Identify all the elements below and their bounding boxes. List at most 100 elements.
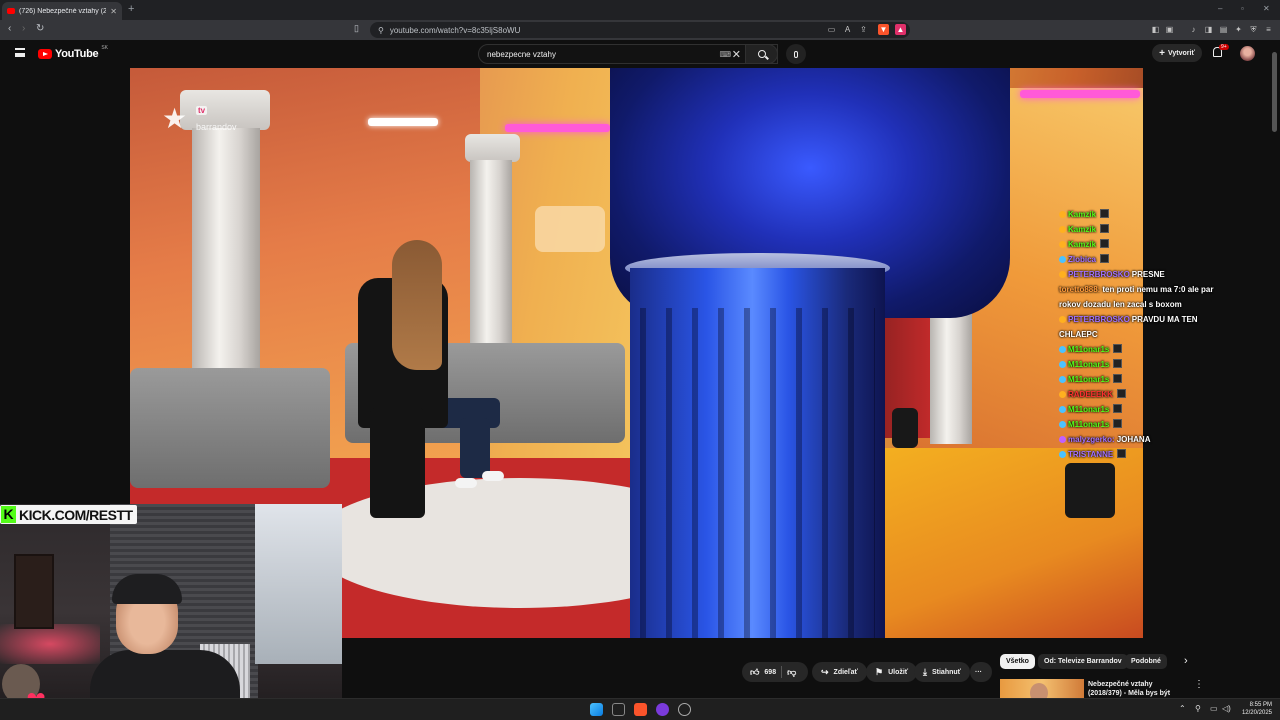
share-button[interactable]: ↪ Zdieľať [812, 662, 867, 682]
reload-icon[interactable]: ↻ [36, 23, 44, 34]
chat-username: Kamzik [1068, 225, 1097, 234]
like-dislike-group: 👍︎ 698 👎︎ [742, 662, 808, 682]
stage-moving-head-light [1065, 463, 1115, 518]
chat-badge-icon [1059, 376, 1066, 383]
chip-all[interactable]: Všetko [1000, 654, 1035, 669]
led-light-pink [505, 124, 610, 132]
chat-message: PETERBROSKO PRAVDU MA TEN CHLAEPC [1059, 312, 1229, 342]
brave-app-icon[interactable] [634, 703, 647, 716]
chat-badge-icon [1059, 256, 1066, 263]
country-code: SK [101, 45, 108, 51]
rewards-icon[interactable]: ▲ [895, 24, 906, 35]
wall-art [14, 554, 54, 629]
keyboard-icon[interactable]: ⌨ [719, 50, 731, 59]
scrollbar-thumb[interactable] [1272, 52, 1277, 132]
recommendation-thumbnail[interactable] [1000, 679, 1084, 699]
obs-app-icon[interactable] [612, 703, 625, 716]
chat-emote-icon [1116, 389, 1126, 398]
close-window-button[interactable]: ✕ [1263, 4, 1270, 13]
maximize-button[interactable]: ▫ [1241, 4, 1244, 13]
tray-network-icon[interactable]: ▭ [1210, 704, 1218, 713]
wallet-icon[interactable]: ▤ [1218, 24, 1229, 35]
recommendation-menu-icon[interactable]: ⋮ [1194, 679, 1204, 690]
youtube-logo[interactable]: YouTube SK [38, 45, 108, 60]
like-icon[interactable]: 👍︎ [750, 667, 759, 678]
like-count[interactable]: 698 [764, 669, 776, 676]
chips-next-icon[interactable]: › [1184, 655, 1188, 667]
page-scrollbar[interactable] [1272, 44, 1277, 694]
chip-from-channel[interactable]: Od: Televize Barrandov [1038, 654, 1128, 669]
chat-text: JOHANA [1116, 435, 1151, 444]
streamer-hood [112, 574, 182, 604]
menu-icon[interactable]: ≡ [1263, 24, 1274, 35]
more-actions-button[interactable]: ··· [970, 662, 992, 682]
barrandov-star-logo-icon: ★ [162, 103, 188, 134]
chat-username: toretto888: [1059, 285, 1101, 294]
cast-icon[interactable]: ▭ [826, 24, 837, 35]
chat-badge-icon [1059, 391, 1066, 398]
settings-app-icon[interactable] [678, 703, 691, 716]
share-icon[interactable]: ⇪ [858, 24, 869, 35]
tray-mic-icon[interactable]: ⚲ [1195, 704, 1201, 713]
media-icon[interactable]: ♪ [1188, 24, 1199, 35]
seated-person-leg [460, 418, 490, 478]
leo-ai-icon[interactable]: ✦ [1233, 24, 1244, 35]
browser-tab[interactable]: (726) Nebezpečné vztahy (20 ✕ [2, 2, 122, 20]
search-icon [757, 50, 766, 58]
translate-icon[interactable]: A [842, 24, 853, 35]
chat-badge-icon [1059, 226, 1066, 233]
twitch-app-icon[interactable] [656, 703, 669, 716]
chat-username: M11onar1s [1068, 345, 1110, 354]
account-avatar[interactable] [1240, 46, 1255, 61]
extensions-icon[interactable]: ◧ [1150, 24, 1161, 35]
tray-chevron-icon[interactable]: ⌃ [1179, 704, 1186, 713]
new-tab-button[interactable]: + [128, 3, 134, 15]
tray-volume-icon[interactable]: ◁) [1222, 704, 1231, 713]
chat-username: M11onar1s [1068, 405, 1110, 414]
chat-overlay: Kamzik Kamzik Kamzik Zlobica PETERBROSKO PRES… [1059, 207, 1229, 462]
chip-related[interactable]: Podobné [1125, 654, 1167, 669]
recommendation-title[interactable]: Nebezpečné vztahy (2018/379) - Měla bys … [1088, 680, 1184, 697]
minimize-button[interactable]: – [1218, 4, 1222, 13]
chat-message: TRISTANNE [1059, 447, 1229, 462]
download-button[interactable]: ⤓ Stiahnuť [914, 662, 971, 682]
windows-start-icon[interactable] [590, 703, 603, 716]
guide-menu-icon[interactable] [15, 48, 25, 57]
sidebar-icon[interactable]: ◨ [1203, 24, 1214, 35]
dislike-icon[interactable]: 👎︎ [787, 667, 796, 678]
site-info-icon[interactable]: ⚲ [378, 26, 384, 35]
system-clock[interactable]: 8:55 PM 12/20/2025 [1236, 701, 1272, 717]
search-input[interactable]: nebezpecne vztahy ⌨ ✕ [478, 44, 778, 64]
back-icon[interactable]: ‹ [8, 23, 11, 34]
voice-search-button[interactable] [786, 44, 806, 64]
os-taskbar: ⌃ ⚲ ▭ ◁) 8:55 PM 12/20/2025 [0, 698, 1280, 720]
chat-badge-icon [1059, 451, 1066, 458]
tab-close-icon[interactable]: ✕ [110, 7, 117, 16]
like-divider [781, 666, 783, 678]
bookmark-icon[interactable]: ▯ [354, 23, 359, 34]
sofa-left [130, 368, 330, 488]
brave-shield-icon[interactable]: ▼ [878, 24, 889, 35]
forward-icon[interactable]: › [22, 23, 25, 34]
chat-badge-icon [1059, 211, 1066, 218]
webcam-neon-glow [0, 624, 100, 664]
clear-search-icon[interactable]: ✕ [732, 48, 741, 61]
chat-emote-icon [1100, 239, 1110, 248]
chat-username: Kamzik [1068, 240, 1097, 249]
chat-message: M11onar1s [1059, 417, 1229, 432]
search-button[interactable] [745, 44, 778, 64]
chat-message: toretto888: ten proti nemu ma 7:0 ale par… [1059, 282, 1229, 312]
save-label: Uložiť [888, 668, 909, 676]
chat-message: Zlobica [1059, 252, 1229, 267]
youtube-header: YouTube SK nebezpecne vztahy ⌨ ✕ + Vytvo… [0, 40, 1280, 68]
watermark-tv: tv [196, 106, 208, 115]
save-button[interactable]: ⚑ Uložiť [866, 662, 918, 682]
chat-badge-icon [1059, 241, 1066, 248]
screenshot-icon[interactable]: ▣ [1164, 24, 1175, 35]
create-button[interactable]: + Vytvoriť [1152, 44, 1202, 62]
chat-message: M11onar1s [1059, 372, 1229, 387]
sneaker-right [482, 471, 504, 481]
chat-username: Kamzik [1068, 210, 1097, 219]
bookmark-save-icon: ⚑ [875, 666, 884, 677]
vpn-icon[interactable]: ⛨ [1248, 24, 1259, 35]
